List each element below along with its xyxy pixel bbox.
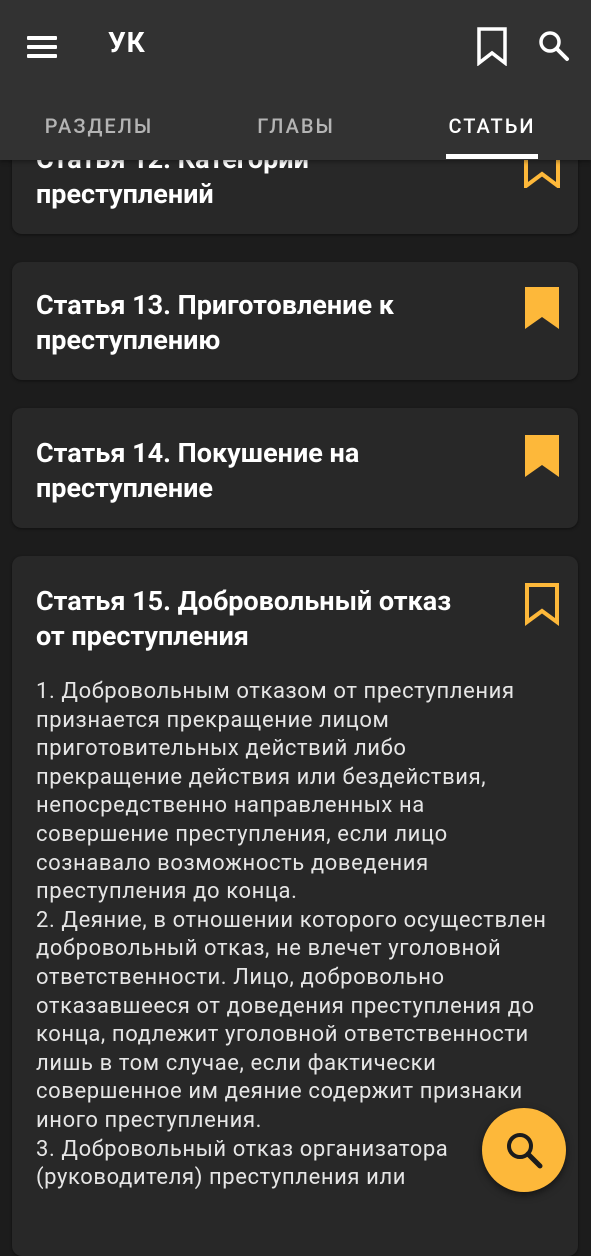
tab-articles[interactable]: СТАТЬИ [432,112,552,152]
menu-icon[interactable] [22,28,62,64]
article-title: Статья 13. Приготовление к преступлению [36,289,394,356]
app-bar: УК РАЗДЕЛЫ ГЛАВЫ СТАТЬИ [0,0,591,160]
bookmark-filled-icon[interactable] [524,286,560,330]
article-title: Статья 15. Добровольный отказ от преступ… [36,585,452,652]
tab-bar: РАЗДЕЛЫ ГЛАВЫ СТАТЬИ [0,104,591,160]
tab-chapters[interactable]: ГЛАВЫ [236,112,356,152]
article-card-14[interactable]: Статья 14. Покушение на преступление [12,408,578,528]
search-fab[interactable] [482,1108,566,1192]
bookmark-filled-icon[interactable] [524,434,560,478]
bookmark-icon[interactable] [474,26,510,67]
article-title: Статья 14. Покушение на преступление [36,437,360,504]
article-list[interactable]: Статья 12. Категории преступлений Статья… [0,0,591,1256]
bookmark-outline-icon[interactable] [524,582,560,626]
article-text: 1. Добровольным отказом от преступления … [36,679,547,1191]
tab-indicator [446,154,538,159]
article-card-13[interactable]: Статья 13. Приготовление к преступлению [12,262,578,380]
search-icon [507,1133,543,1169]
search-icon[interactable] [536,28,572,64]
tab-sections[interactable]: РАЗДЕЛЫ [28,112,170,152]
app-title: УК [108,26,146,59]
